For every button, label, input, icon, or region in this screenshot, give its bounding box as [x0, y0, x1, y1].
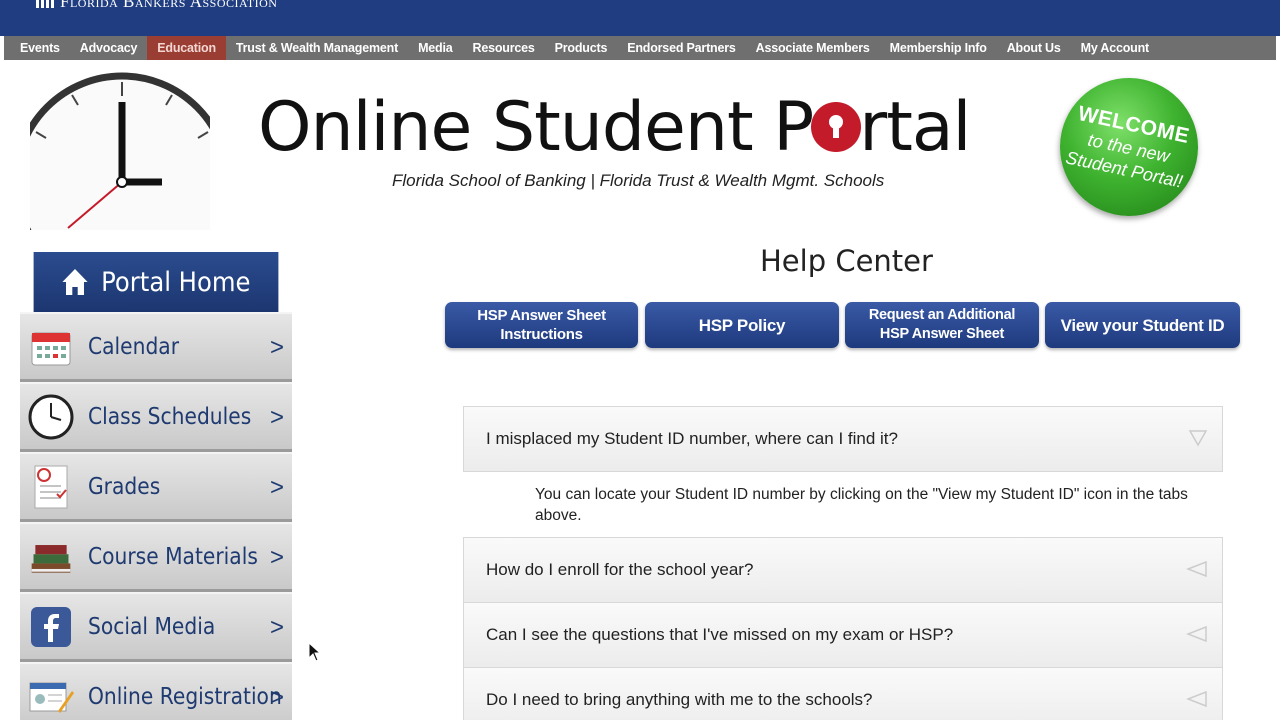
- sidebar-item-online-registration[interactable]: Online Registration >: [20, 662, 292, 720]
- tab-view-student-id[interactable]: View your Student ID: [1045, 302, 1240, 348]
- home-icon: [62, 269, 88, 295]
- triangle-left-icon: [1186, 690, 1207, 708]
- chevron-right-icon: >: [269, 544, 284, 571]
- help-center-title: Help Center: [760, 244, 933, 278]
- chevron-right-icon: >: [269, 334, 284, 361]
- tab-request-additional-answer-sheet[interactable]: Request an Additional HSP Answer Sheet: [845, 302, 1039, 348]
- triangle-down-icon: [1188, 430, 1208, 447]
- tab-label: HSP Policy: [698, 315, 786, 335]
- tab-label: View your Student ID: [1060, 315, 1225, 335]
- nav-trust-wealth[interactable]: Trust & Wealth Management: [226, 36, 408, 60]
- faq-item-student-id[interactable]: I misplaced my Student ID number, where …: [463, 406, 1223, 472]
- nav-associate-members[interactable]: Associate Members: [746, 36, 880, 60]
- sidebar: Portal Home Calendar > Class Schedules >…: [20, 252, 292, 720]
- faq-question: How do I enroll for the school year?: [486, 560, 754, 579]
- faq-item-bring-anything[interactable]: Do I need to bring anything with me to t…: [463, 667, 1223, 720]
- books-icon: [28, 534, 74, 580]
- sidebar-item-grades[interactable]: Grades >: [20, 452, 292, 522]
- brand-name: Florida Bankers Association: [60, 0, 278, 11]
- faq-question: Can I see the questions that I've missed…: [486, 625, 954, 644]
- faq-answer: You can locate your Student ID number by…: [535, 486, 1188, 524]
- wall-clock-icon: [30, 72, 210, 230]
- triangle-left-icon: [1186, 625, 1207, 643]
- welcome-badge: WELCOME to the new Student Portal!: [1047, 65, 1211, 229]
- clock-icon: [28, 394, 74, 440]
- chevron-right-icon: >: [269, 614, 284, 641]
- tab-hsp-answer-sheet-instructions[interactable]: HSP Answer Sheet Instructions: [445, 302, 638, 348]
- grades-icon: [28, 464, 74, 510]
- nav-my-account[interactable]: My Account: [1071, 36, 1159, 60]
- portal-home-label: Portal Home: [101, 266, 251, 298]
- bank-columns-icon: [36, 0, 54, 8]
- chevron-right-icon: >: [269, 474, 284, 501]
- nav-products[interactable]: Products: [545, 36, 618, 60]
- sidebar-item-calendar[interactable]: Calendar >: [20, 312, 292, 382]
- nav-endorsed-partners[interactable]: Endorsed Partners: [617, 36, 745, 60]
- faq-item-missed-questions[interactable]: Can I see the questions that I've missed…: [463, 602, 1223, 668]
- nav-media[interactable]: Media: [408, 36, 462, 60]
- portal-subtitle: Florida School of Banking | Florida Trus…: [392, 171, 885, 190]
- portal-home-button[interactable]: Portal Home: [33, 252, 279, 312]
- facebook-icon: [28, 604, 74, 650]
- triangle-left-icon: [1186, 560, 1207, 578]
- faq-question: Do I need to bring anything with me to t…: [486, 690, 873, 709]
- nav-membership-info[interactable]: Membership Info: [880, 36, 997, 60]
- main-nav: Events Advocacy Education Trust & Wealth…: [4, 36, 1276, 60]
- nav-about-us[interactable]: About Us: [997, 36, 1071, 60]
- sidebar-item-label: Grades: [88, 473, 161, 500]
- tab-hsp-policy[interactable]: HSP Policy: [645, 302, 839, 348]
- sidebar-item-course-materials[interactable]: Course Materials >: [20, 522, 292, 592]
- sidebar-item-label: Course Materials: [88, 543, 258, 570]
- sidebar-item-class-schedules[interactable]: Class Schedules >: [20, 382, 292, 452]
- calendar-icon: [28, 324, 74, 370]
- tab-label: Request an Additional: [868, 307, 1016, 323]
- sidebar-item-label: Calendar: [88, 333, 180, 360]
- nav-resources[interactable]: Resources: [463, 36, 545, 60]
- sidebar-item-social-media[interactable]: Social Media >: [20, 592, 292, 662]
- tab-label: HSP Answer Sheet: [879, 326, 1005, 342]
- faq-item-enroll[interactable]: How do I enroll for the school year?: [463, 537, 1223, 603]
- nav-education[interactable]: Education: [147, 36, 226, 60]
- tab-label: Instructions: [500, 326, 583, 343]
- registration-icon: [28, 674, 74, 720]
- portal-title-end: rtal: [859, 88, 971, 167]
- portal-title: Online Student P rtal: [258, 88, 971, 168]
- fba-logo[interactable]: Florida Bankers Association: [36, 0, 277, 10]
- mouse-cursor-icon: [308, 642, 322, 662]
- sidebar-item-label: Class Schedules: [88, 403, 252, 430]
- chevron-right-icon: >: [269, 404, 284, 431]
- tab-label: HSP Answer Sheet: [477, 307, 606, 324]
- keyhole-icon: [811, 102, 862, 153]
- sidebar-item-label: Social Media: [88, 613, 216, 640]
- sidebar-item-label: Online Registration: [88, 683, 282, 710]
- brand-bar: Florida Bankers Association: [0, 0, 1280, 36]
- nav-advocacy[interactable]: Advocacy: [70, 36, 147, 60]
- faq-question: I misplaced my Student ID number, where …: [486, 429, 898, 448]
- nav-events[interactable]: Events: [10, 36, 70, 60]
- chevron-right-icon: >: [269, 684, 284, 711]
- portal-title-start: Online Student P: [258, 88, 814, 167]
